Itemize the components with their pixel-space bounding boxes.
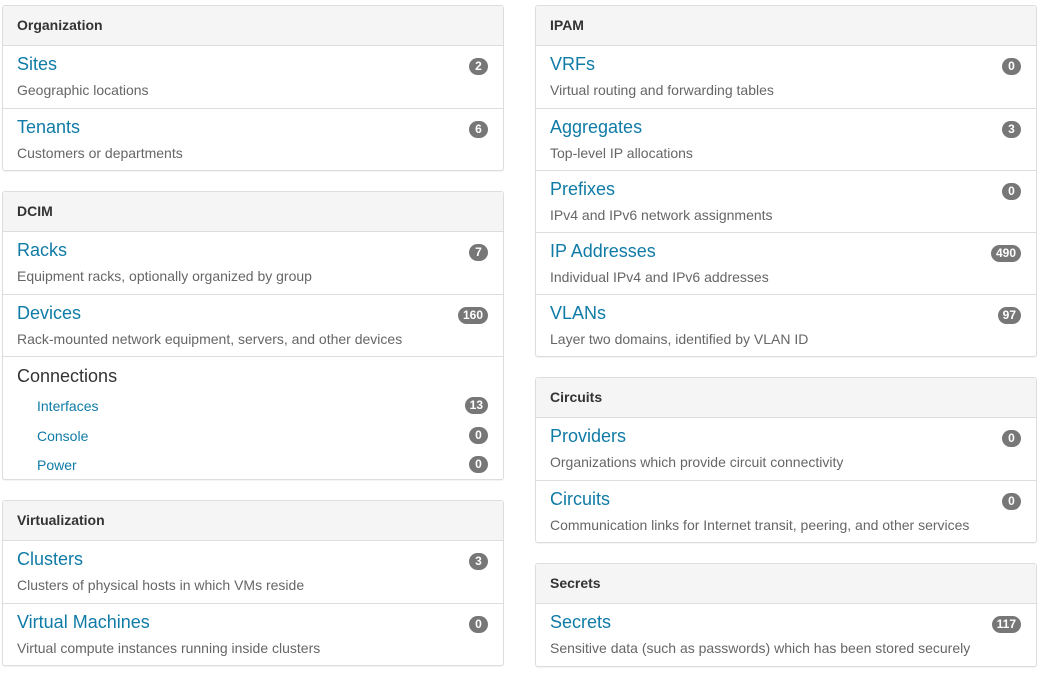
devices-item: Devices 160 Rack-mounted network equipme… <box>3 294 503 356</box>
organization-panel: Organization Sites 2 Geographic location… <box>2 5 504 171</box>
interfaces-link[interactable]: Interfaces <box>37 398 98 414</box>
aggregates-item: Aggregates 3 Top-level IP allocations <box>536 108 1036 170</box>
left-column: Organization Sites 2 Geographic location… <box>2 5 504 686</box>
secrets-heading: Secrets <box>536 564 1036 604</box>
secrets-link[interactable]: Secrets <box>550 612 611 633</box>
interfaces-row: Interfaces 13 <box>37 395 488 417</box>
devices-link[interactable]: Devices <box>17 303 81 324</box>
dcim-panel: DCIM Racks 7 Equipment racks, optionally… <box>2 191 504 480</box>
sites-item: Sites 2 Geographic locations <box>3 46 503 108</box>
power-row: Power 0 <box>37 454 488 476</box>
organization-heading: Organization <box>3 6 503 46</box>
devices-description: Rack-mounted network equipment, servers,… <box>17 331 403 347</box>
power-count-badge: 0 <box>469 456 488 473</box>
ip-addresses-item: IP Addresses 490 Individual IPv4 and IPv… <box>536 232 1036 294</box>
providers-description: Organizations which provide circuit conn… <box>550 454 844 470</box>
ipam-heading: IPAM <box>536 6 1036 46</box>
clusters-count-badge: 3 <box>469 553 488 570</box>
vlans-description: Layer two domains, identified by VLAN ID <box>550 331 809 347</box>
clusters-link[interactable]: Clusters <box>17 549 83 570</box>
ip-addresses-link[interactable]: IP Addresses <box>550 241 656 262</box>
prefixes-link[interactable]: Prefixes <box>550 179 615 200</box>
providers-count-badge: 0 <box>1002 430 1021 447</box>
circuits-count-badge: 0 <box>1002 493 1021 510</box>
vrfs-link[interactable]: VRFs <box>550 54 595 75</box>
providers-link[interactable]: Providers <box>550 426 626 447</box>
sites-count-badge: 2 <box>469 58 488 75</box>
secrets-item: Secrets 117 Sensitive data (such as pass… <box>536 604 1036 666</box>
prefixes-description: IPv4 and IPv6 network assignments <box>550 207 773 223</box>
virtualization-panel: Virtualization Clusters 3 Clusters of ph… <box>2 500 504 666</box>
sites-description: Geographic locations <box>17 82 149 98</box>
tenants-description: Customers or departments <box>17 145 183 161</box>
connections-section: Connections Interfaces 13 Console 0 Powe… <box>3 356 503 479</box>
racks-description: Equipment racks, optionally organized by… <box>17 268 312 284</box>
virtual-machines-count-badge: 0 <box>469 616 488 633</box>
tenants-link[interactable]: Tenants <box>17 117 80 138</box>
circuits-link[interactable]: Circuits <box>550 489 610 510</box>
circuits-heading: Circuits <box>536 378 1036 418</box>
right-column: IPAM VRFs 0 Virtual routing and forwardi… <box>535 5 1037 687</box>
racks-count-badge: 7 <box>469 244 488 261</box>
secrets-description: Sensitive data (such as passwords) which… <box>550 640 971 656</box>
console-row: Console 0 <box>37 425 488 447</box>
secrets-count-badge: 117 <box>991 616 1021 633</box>
aggregates-description: Top-level IP allocations <box>550 145 693 161</box>
virtual-machines-item: Virtual Machines 0 Virtual compute insta… <box>3 603 503 665</box>
ip-addresses-description: Individual IPv4 and IPv6 addresses <box>550 269 769 285</box>
virtual-machines-description: Virtual compute instances running inside… <box>17 640 321 656</box>
console-count-badge: 0 <box>469 427 488 444</box>
providers-item: Providers 0 Organizations which provide … <box>536 418 1036 480</box>
aggregates-link[interactable]: Aggregates <box>550 117 642 138</box>
vrfs-description: Virtual routing and forwarding tables <box>550 82 774 98</box>
aggregates-count-badge: 3 <box>1002 121 1021 138</box>
ipam-panel: IPAM VRFs 0 Virtual routing and forwardi… <box>535 5 1037 357</box>
virtual-machines-link[interactable]: Virtual Machines <box>17 612 150 633</box>
devices-count-badge: 160 <box>457 307 488 324</box>
circuits-panel: Circuits Providers 0 Organizations which… <box>535 377 1037 543</box>
ip-addresses-count-badge: 490 <box>990 245 1021 262</box>
vlans-link[interactable]: VLANs <box>550 303 606 324</box>
power-link[interactable]: Power <box>37 457 77 473</box>
racks-item: Racks 7 Equipment racks, optionally orga… <box>3 232 503 294</box>
circuits-description: Communication links for Internet transit… <box>550 517 970 533</box>
vrfs-count-badge: 0 <box>1002 58 1021 75</box>
vlans-item: VLANs 97 Layer two domains, identified b… <box>536 294 1036 356</box>
racks-link[interactable]: Racks <box>17 240 67 261</box>
virtualization-heading: Virtualization <box>3 501 503 541</box>
vrfs-item: VRFs 0 Virtual routing and forwarding ta… <box>536 46 1036 108</box>
clusters-item: Clusters 3 Clusters of physical hosts in… <box>3 541 503 603</box>
prefixes-count-badge: 0 <box>1002 183 1021 200</box>
secrets-panel: Secrets Secrets 117 Sensitive data (such… <box>535 563 1037 667</box>
sites-link[interactable]: Sites <box>17 54 57 75</box>
interfaces-count-badge: 13 <box>464 397 488 414</box>
console-link[interactable]: Console <box>37 428 88 444</box>
tenants-count-badge: 6 <box>469 121 488 138</box>
clusters-description: Clusters of physical hosts in which VMs … <box>17 577 305 593</box>
dcim-heading: DCIM <box>3 192 503 232</box>
circuits-item: Circuits 0 Communication links for Inter… <box>536 480 1036 542</box>
tenants-item: Tenants 6 Customers or departments <box>3 108 503 170</box>
prefixes-item: Prefixes 0 IPv4 and IPv6 network assignm… <box>536 170 1036 232</box>
vlans-count-badge: 97 <box>997 307 1021 324</box>
connections-title: Connections <box>17 366 118 386</box>
